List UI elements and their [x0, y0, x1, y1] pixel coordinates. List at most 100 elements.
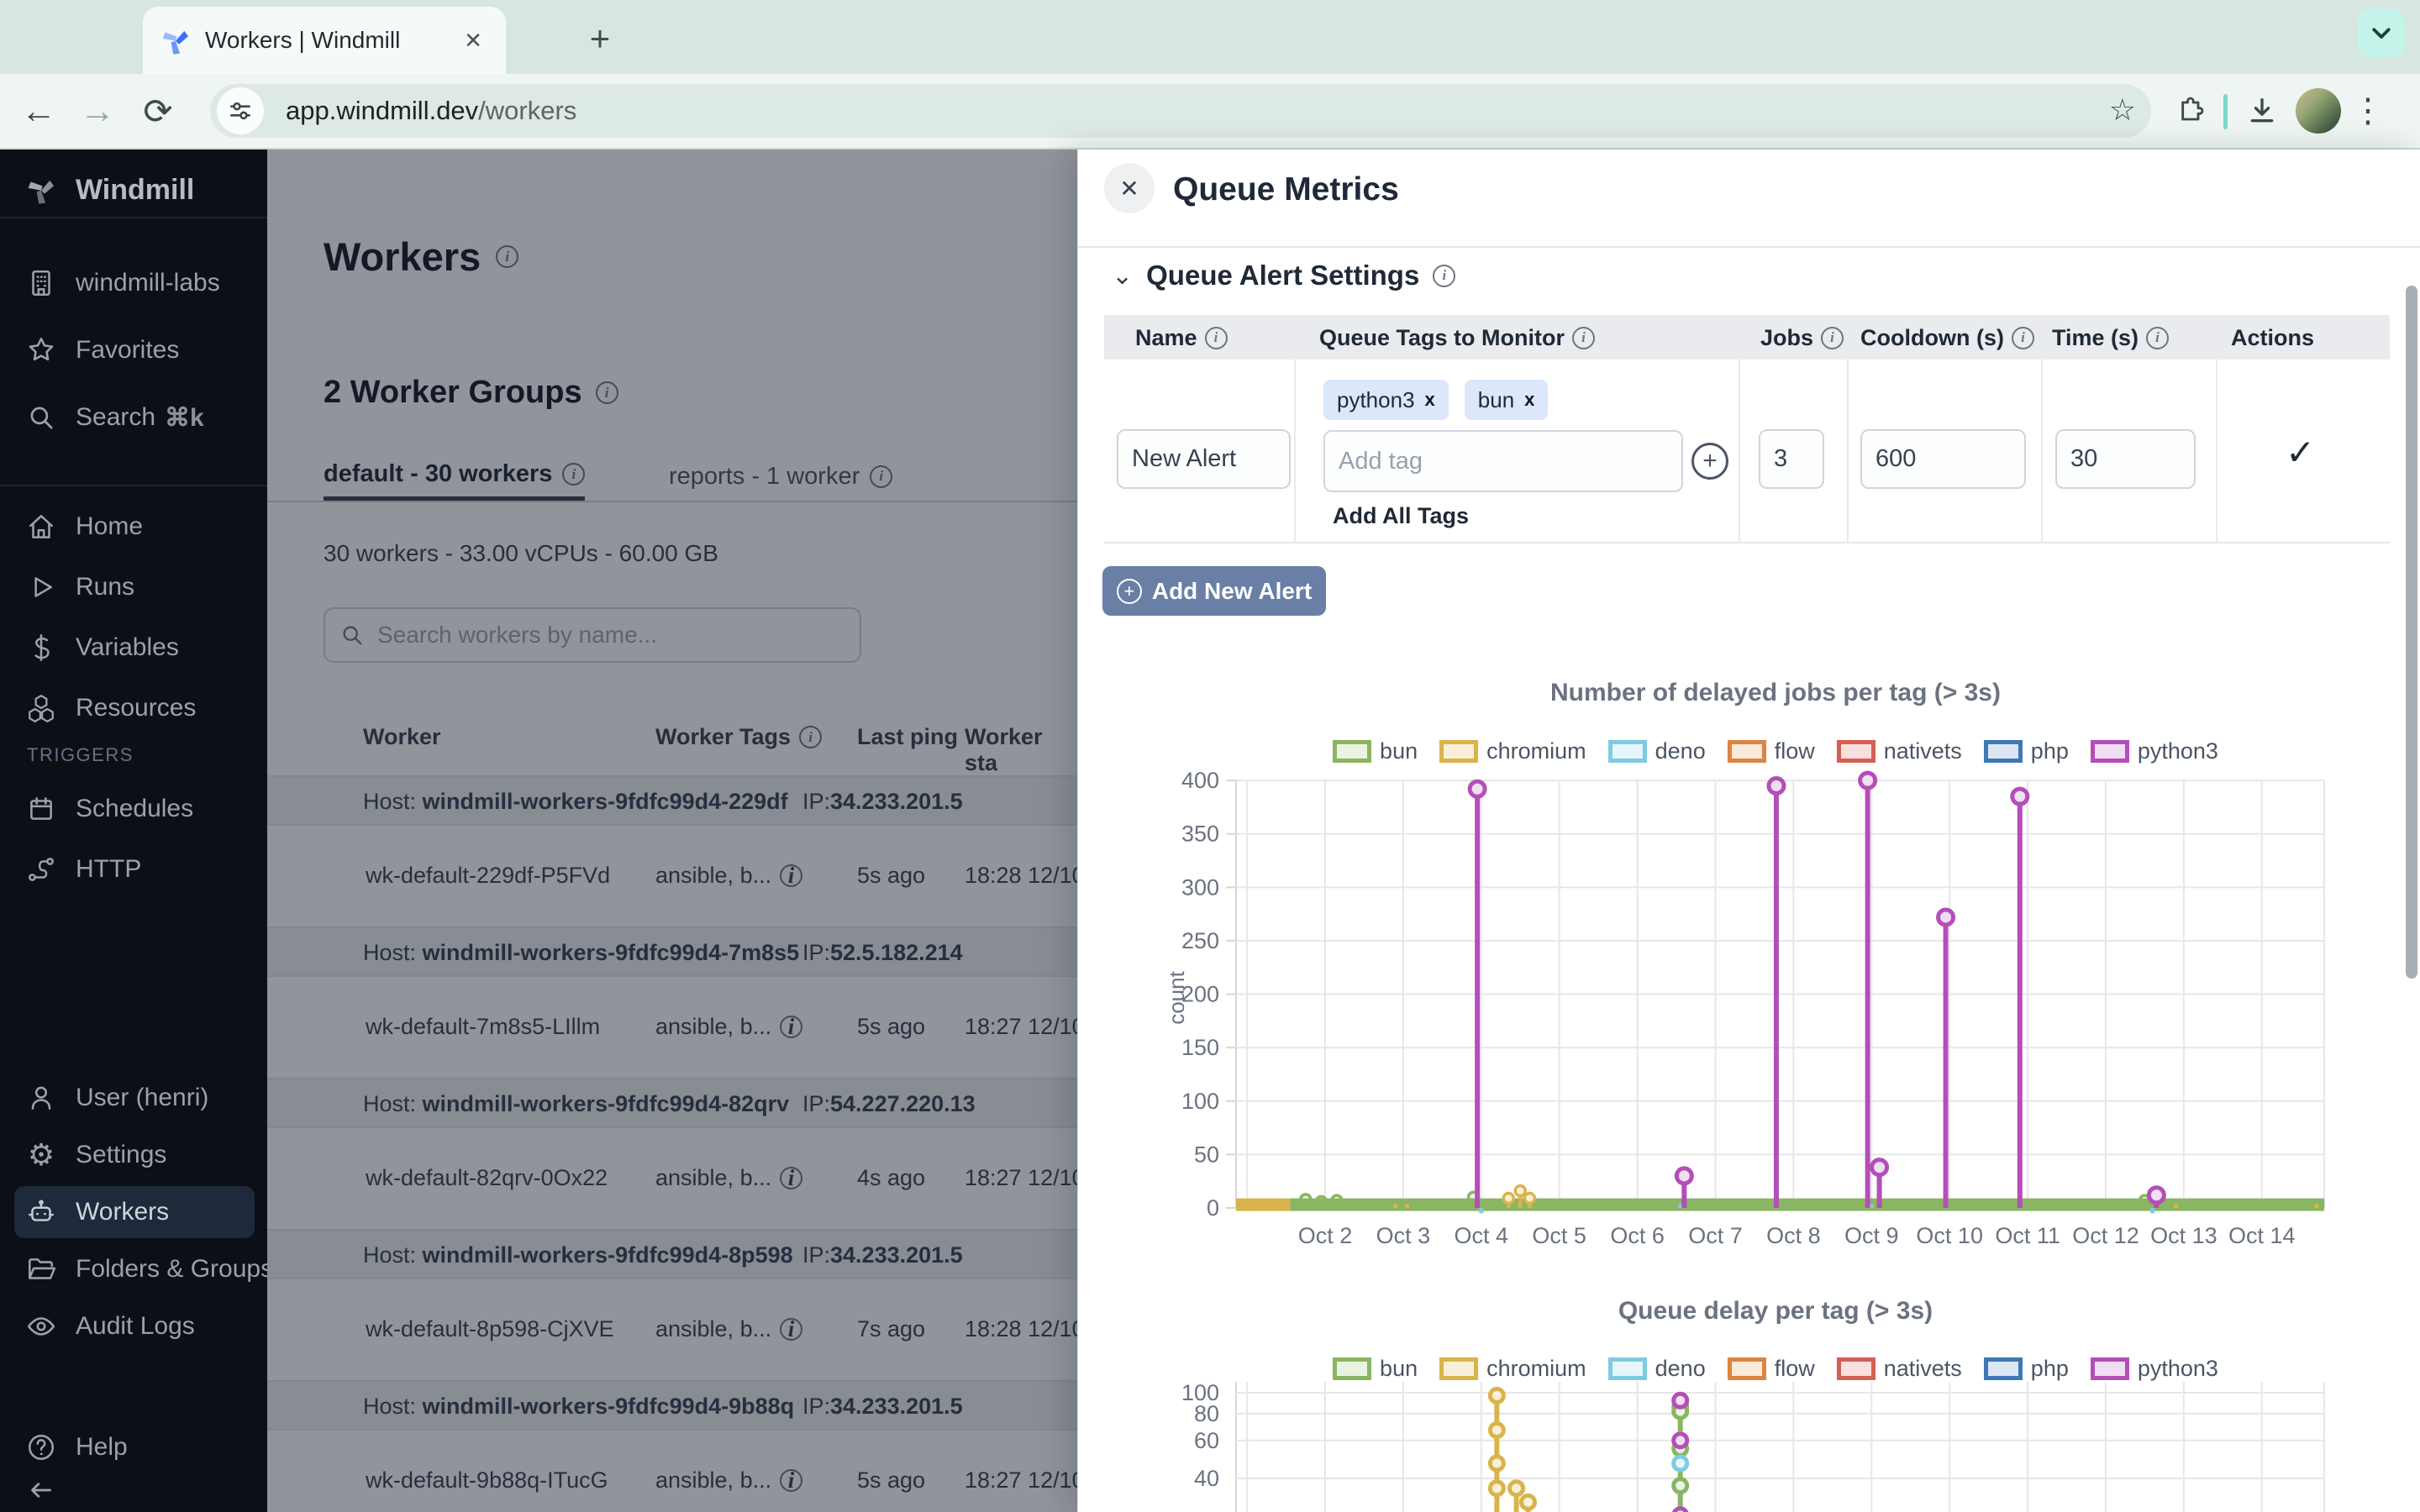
sidebar-item-settings[interactable]: ⚙ Settings	[0, 1125, 267, 1185]
forward-button[interactable]: →	[72, 74, 123, 148]
svg-text:400: 400	[1181, 768, 1219, 793]
browser-tab[interactable]: Workers | Windmill ✕	[143, 7, 506, 74]
queue-alert-settings-header[interactable]: ⌄ Queue Alert Settings i	[1112, 260, 1455, 291]
col-time: Time (s)i	[2052, 323, 2169, 352]
site-settings-icon[interactable]	[217, 87, 264, 134]
downloads-button[interactable]	[2237, 74, 2287, 148]
svg-text:Oct 6: Oct 6	[1610, 1223, 1665, 1248]
windmill-logo-icon	[25, 174, 57, 206]
svg-text:50: 50	[1194, 1142, 1219, 1167]
legend-item-deno[interactable]: deno	[1608, 738, 1706, 764]
add-tag-button[interactable]: +	[1691, 443, 1728, 480]
svg-text:150: 150	[1181, 1035, 1219, 1060]
info-icon[interactable]: i	[2012, 327, 2034, 349]
svg-text:100: 100	[1181, 1089, 1219, 1114]
time-input[interactable]	[2055, 429, 2196, 489]
sidebar-collapse[interactable]	[0, 1460, 267, 1512]
reload-button[interactable]: ⟳	[133, 74, 183, 148]
search-shortcut: ⌘k	[165, 403, 204, 433]
jobs-input[interactable]	[1759, 429, 1824, 489]
puzzle-icon	[2173, 94, 2207, 128]
add-new-alert-button[interactable]: + Add New Alert	[1102, 566, 1326, 616]
arrow-left-icon	[25, 1474, 57, 1506]
add-tag-input[interactable]	[1323, 430, 1683, 492]
remove-tag-icon[interactable]: x	[1425, 389, 1435, 411]
svg-text:0: 0	[1207, 1195, 1219, 1221]
legend-swatch	[2091, 740, 2129, 763]
svg-text:Oct 11: Oct 11	[1995, 1223, 2060, 1248]
legend-item-nativets[interactable]: nativets	[1837, 738, 1962, 764]
svg-text:300: 300	[1181, 874, 1219, 900]
svg-text:Oct 2: Oct 2	[1298, 1223, 1353, 1248]
svg-text:count: count	[1171, 970, 1189, 1024]
home-icon	[25, 511, 57, 543]
svg-text:Oct 12: Oct 12	[2072, 1223, 2139, 1248]
chevron-down-icon: ⌄	[1112, 261, 1133, 291]
address-bar[interactable]: app.windmill.dev/workers ☆	[210, 84, 2151, 138]
sidebar-item-user[interactable]: User (henri)	[0, 1068, 267, 1128]
legend-label: chromium	[1486, 738, 1586, 764]
info-icon[interactable]: i	[1821, 327, 1844, 349]
browser-menu-button[interactable]: ⋮	[2346, 74, 2390, 148]
tag-pill-python3[interactable]: python3x	[1323, 380, 1449, 420]
sidebar: Windmill windmill-labs Favorites	[0, 150, 267, 1512]
sidebar-item-search[interactable]: Search ⌘k	[0, 387, 267, 448]
sidebar-logo[interactable]: Windmill	[0, 160, 267, 220]
info-icon[interactable]: i	[1433, 265, 1455, 287]
sidebar-item-variables[interactable]: Variables	[0, 617, 267, 678]
legend-item-chromium[interactable]: chromium	[1439, 738, 1586, 764]
svg-text:80: 80	[1194, 1401, 1219, 1426]
queue-metrics-drawer: ✕ Queue Metrics ⌄ Queue Alert Settings i…	[1077, 150, 2420, 1512]
tab-close-icon[interactable]: ✕	[457, 24, 489, 57]
legend-item-bun[interactable]: bun	[1333, 738, 1418, 764]
chart1-title: Number of delayed jobs per tag (> 3s)	[1171, 679, 2381, 707]
drawer-backdrop[interactable]	[267, 150, 1077, 1512]
sidebar-item-http[interactable]: HTTP	[0, 839, 267, 900]
svg-text:Oct 4: Oct 4	[1455, 1223, 1509, 1248]
sidebar-item-resources[interactable]: Resources	[0, 678, 267, 738]
info-icon[interactable]: i	[1572, 327, 1595, 349]
legend-label: nativets	[1884, 738, 1962, 764]
browser-toolbar: ← → ⟳ app.windmill.dev/workers ☆ ⋮	[0, 74, 2420, 150]
close-drawer-button[interactable]: ✕	[1104, 163, 1155, 213]
robot-icon	[25, 1196, 57, 1228]
legend-swatch	[1728, 740, 1766, 763]
legend-item-python3[interactable]: python3	[2091, 738, 2218, 764]
new-tab-button[interactable]: +	[580, 18, 620, 59]
col-queue-tags: Queue Tags to Monitori	[1319, 323, 1595, 352]
sidebar-item-workspace[interactable]: windmill-labs	[0, 253, 267, 313]
extensions-button[interactable]	[2165, 74, 2215, 148]
sidebar-item-home[interactable]: Home	[0, 496, 267, 557]
legend-item-flow[interactable]: flow	[1728, 738, 1815, 764]
alert-name-input[interactable]	[1117, 429, 1291, 489]
cooldown-input[interactable]	[1860, 429, 2026, 489]
drawer-scrollbar[interactable]	[2406, 286, 2417, 979]
tab-title: Workers | Windmill	[205, 27, 457, 54]
url-text[interactable]: app.windmill.dev/workers	[286, 96, 576, 126]
workers-page: Workersi 2 Worker Groupsi default - 30 w…	[267, 150, 1077, 1512]
add-all-tags-link[interactable]: Add All Tags	[1333, 503, 1469, 529]
svg-text:Oct 9: Oct 9	[1844, 1223, 1899, 1248]
info-icon[interactable]: i	[2146, 327, 2169, 349]
back-button[interactable]: ←	[13, 74, 64, 148]
bookmark-star-icon[interactable]: ☆	[2109, 92, 2136, 128]
confirm-alert-button[interactable]: ✓	[2286, 432, 2315, 473]
profile-avatar[interactable]	[2296, 88, 2341, 134]
sidebar-item-workers[interactable]: Workers	[0, 1182, 267, 1242]
sidebar-item-schedules[interactable]: Schedules	[0, 779, 267, 839]
legend-item-php[interactable]: php	[1984, 738, 2069, 764]
svg-text:Oct 5: Oct 5	[1532, 1223, 1586, 1248]
sidebar-item-favorites[interactable]: Favorites	[0, 320, 267, 381]
remove-tag-icon[interactable]: x	[1524, 389, 1534, 411]
tag-pill-bun[interactable]: bunx	[1465, 380, 1549, 420]
gear-icon: ⚙	[25, 1139, 57, 1171]
drawer-title: Queue Metrics	[1173, 171, 1399, 208]
sidebar-item-audit-logs[interactable]: Audit Logs	[0, 1296, 267, 1357]
legend-swatch	[1333, 740, 1371, 763]
sidebar-item-folders[interactable]: Folders & Groups...	[0, 1239, 267, 1299]
info-icon[interactable]: i	[1205, 327, 1228, 349]
sidebar-item-runs[interactable]: Runs	[0, 557, 267, 617]
legend-label: deno	[1655, 738, 1706, 764]
workspace: Windmill windmill-labs Favorites	[0, 150, 2420, 1512]
tab-search-button[interactable]	[2358, 8, 2405, 57]
